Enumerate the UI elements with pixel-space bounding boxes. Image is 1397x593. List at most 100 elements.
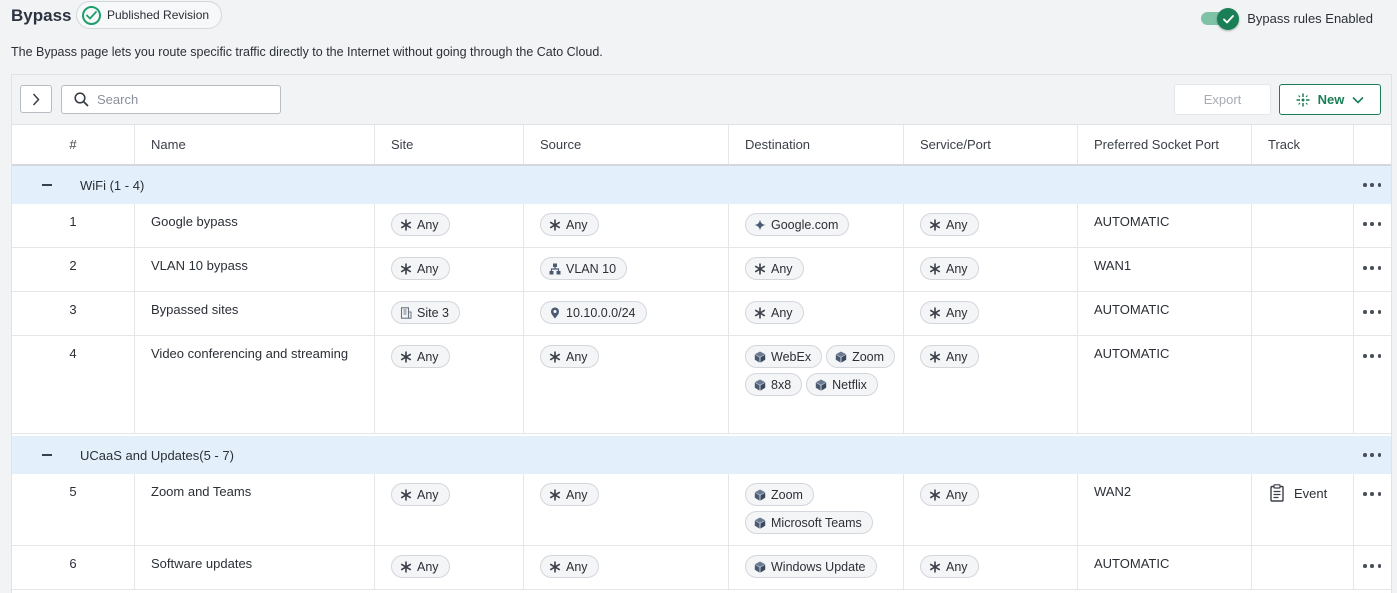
row-more-options-icon[interactable]	[1363, 221, 1381, 227]
column-header-name[interactable]: Name	[135, 125, 375, 164]
service-chip[interactable]: Any	[920, 301, 979, 324]
chip-label: Zoom	[852, 349, 885, 364]
row-more-options-icon[interactable]	[1363, 309, 1381, 315]
rule-group-header[interactable]: WiFi (1 - 4)	[12, 166, 1391, 204]
cell-service-port: Any	[904, 204, 1078, 247]
destination-chip[interactable]: Any	[745, 257, 804, 280]
destination-chip[interactable]: Zoom	[826, 345, 896, 368]
row-more-options-icon[interactable]	[1363, 265, 1381, 271]
bypass-rules-toggle[interactable]	[1201, 8, 1240, 30]
destination-chip[interactable]: 8x8	[745, 373, 803, 396]
rule-row[interactable]: 2 VLAN 10 bypass Any VLAN 10 Any Any WAN1	[12, 248, 1391, 292]
clipboard-icon	[1270, 484, 1284, 502]
track-event[interactable]: Event	[1270, 484, 1327, 502]
chip-label: Any	[771, 261, 793, 276]
site-chip[interactable]: Any	[391, 213, 450, 236]
service-chip[interactable]: Any	[920, 483, 979, 506]
column-header-track[interactable]: Track	[1252, 125, 1354, 164]
column-header-preferred-socket-port[interactable]: Preferred Socket Port	[1078, 125, 1252, 164]
export-button[interactable]: Export	[1174, 84, 1271, 115]
rule-row[interactable]: 3 Bypassed sites Site 3 10.10.0.0/24 Any Any A…	[12, 292, 1391, 336]
site-chip[interactable]: Any	[391, 483, 450, 506]
site-chip[interactable]: Any	[391, 257, 450, 280]
collapse-group-icon[interactable]	[42, 184, 52, 186]
rule-row[interactable]: 6 Software updates Any Any Windows Update Any…	[12, 546, 1391, 590]
source-chip[interactable]: VLAN 10	[540, 257, 628, 280]
cell-source: Any	[524, 546, 729, 589]
chip-label: Windows Update	[771, 559, 866, 574]
rule-row[interactable]: 4 Video conferencing and streaming Any Any W…	[12, 336, 1391, 434]
cell-destination: Windows Update	[729, 546, 904, 589]
service-chip[interactable]: Any	[920, 555, 979, 578]
chip-label: WebEx	[771, 349, 812, 364]
service-chip[interactable]: Any	[920, 345, 979, 368]
collapse-group-icon[interactable]	[42, 454, 52, 456]
asterisk-icon	[400, 351, 412, 363]
expand-sidebar-button[interactable]	[20, 85, 52, 113]
search-box[interactable]	[61, 85, 281, 114]
column-header-site[interactable]: Site	[375, 125, 524, 164]
cell-source: Any	[524, 336, 729, 433]
preferred-socket-port: AUTOMATIC	[1094, 346, 1170, 361]
rule-group-header[interactable]: UCaaS and Updates(5 - 7)	[12, 436, 1391, 474]
cell--: 2	[12, 248, 135, 291]
destination-chip[interactable]: Zoom	[745, 483, 814, 506]
cell-preferred-socket-port: AUTOMATIC	[1078, 204, 1252, 247]
site-chip[interactable]: Any	[391, 345, 450, 368]
column-header-source[interactable]: Source	[524, 125, 729, 164]
asterisk-icon	[929, 219, 941, 231]
chip-label: Google.com	[771, 217, 839, 232]
destination-chip[interactable]: Microsoft Teams	[745, 511, 873, 534]
rule-name[interactable]: Zoom and Teams	[151, 484, 251, 499]
rule-name[interactable]: Bypassed sites	[151, 302, 238, 317]
cell-name: Video conferencing and streaming	[135, 336, 375, 433]
service-chip[interactable]: Any	[920, 257, 979, 280]
column-header-number[interactable]: #	[12, 125, 135, 164]
cell-source: Any	[524, 474, 729, 545]
column-header-destination[interactable]: Destination	[729, 125, 904, 164]
asterisk-icon	[929, 561, 941, 573]
source-chip[interactable]: Any	[540, 213, 599, 236]
chevron-right-icon	[32, 92, 40, 106]
cell-destination: WebEx Zoom 8x8 Netflix	[729, 336, 904, 433]
cell-track	[1252, 204, 1354, 247]
cell-source: VLAN 10	[524, 248, 729, 291]
search-input[interactable]	[97, 92, 257, 107]
source-chip[interactable]: Any	[540, 345, 599, 368]
chip-label: Any	[566, 217, 588, 232]
row-more-options-icon[interactable]	[1363, 491, 1381, 497]
row-more-options-icon[interactable]	[1363, 563, 1381, 569]
rule-name[interactable]: Software updates	[151, 556, 252, 571]
cell--: 4	[12, 336, 135, 433]
rules-toolbar: Export New	[12, 75, 1391, 125]
cell-track: Event	[1252, 474, 1354, 545]
revision-status-badge[interactable]: Published Revision	[76, 1, 223, 29]
destination-chip[interactable]: Windows Update	[745, 555, 877, 578]
group-more-options-icon[interactable]	[1363, 182, 1381, 188]
group-more-options-icon[interactable]	[1363, 452, 1381, 458]
rule-row[interactable]: 1 Google bypass Any Any Google.com Any AUTOMAT…	[12, 204, 1391, 248]
rule-name[interactable]: VLAN 10 bypass	[151, 258, 248, 273]
destination-chip[interactable]: Any	[745, 301, 804, 324]
site-chip[interactable]: Any	[391, 555, 450, 578]
row-more-options-icon[interactable]	[1363, 353, 1381, 359]
destination-chip[interactable]: WebEx	[745, 345, 823, 368]
chip-label: Any	[566, 349, 588, 364]
chip-label: Any	[946, 559, 968, 574]
source-chip[interactable]: Any	[540, 483, 599, 506]
site-chip[interactable]: Site 3	[391, 301, 460, 324]
bypass-toggle-group: Bypass rules Enabled	[1201, 8, 1373, 30]
cell-destination: Google.com	[729, 204, 904, 247]
destination-chip[interactable]: Netflix	[806, 373, 878, 396]
rule-name[interactable]: Google bypass	[151, 214, 238, 229]
rule-name[interactable]: Video conferencing and streaming	[151, 346, 348, 361]
source-chip[interactable]: 10.10.0.0/24	[540, 301, 647, 324]
asterisk-icon	[400, 561, 412, 573]
rule-row[interactable]: 5 Zoom and Teams Any Any Zoom Microsoft Teams…	[12, 474, 1391, 546]
service-chip[interactable]: Any	[920, 213, 979, 236]
destination-chip[interactable]: Google.com	[745, 213, 850, 236]
column-header-service-port[interactable]: Service/Port	[904, 125, 1078, 164]
cell-service-port: Any	[904, 546, 1078, 589]
new-rule-button[interactable]: New	[1279, 84, 1381, 115]
source-chip[interactable]: Any	[540, 555, 599, 578]
